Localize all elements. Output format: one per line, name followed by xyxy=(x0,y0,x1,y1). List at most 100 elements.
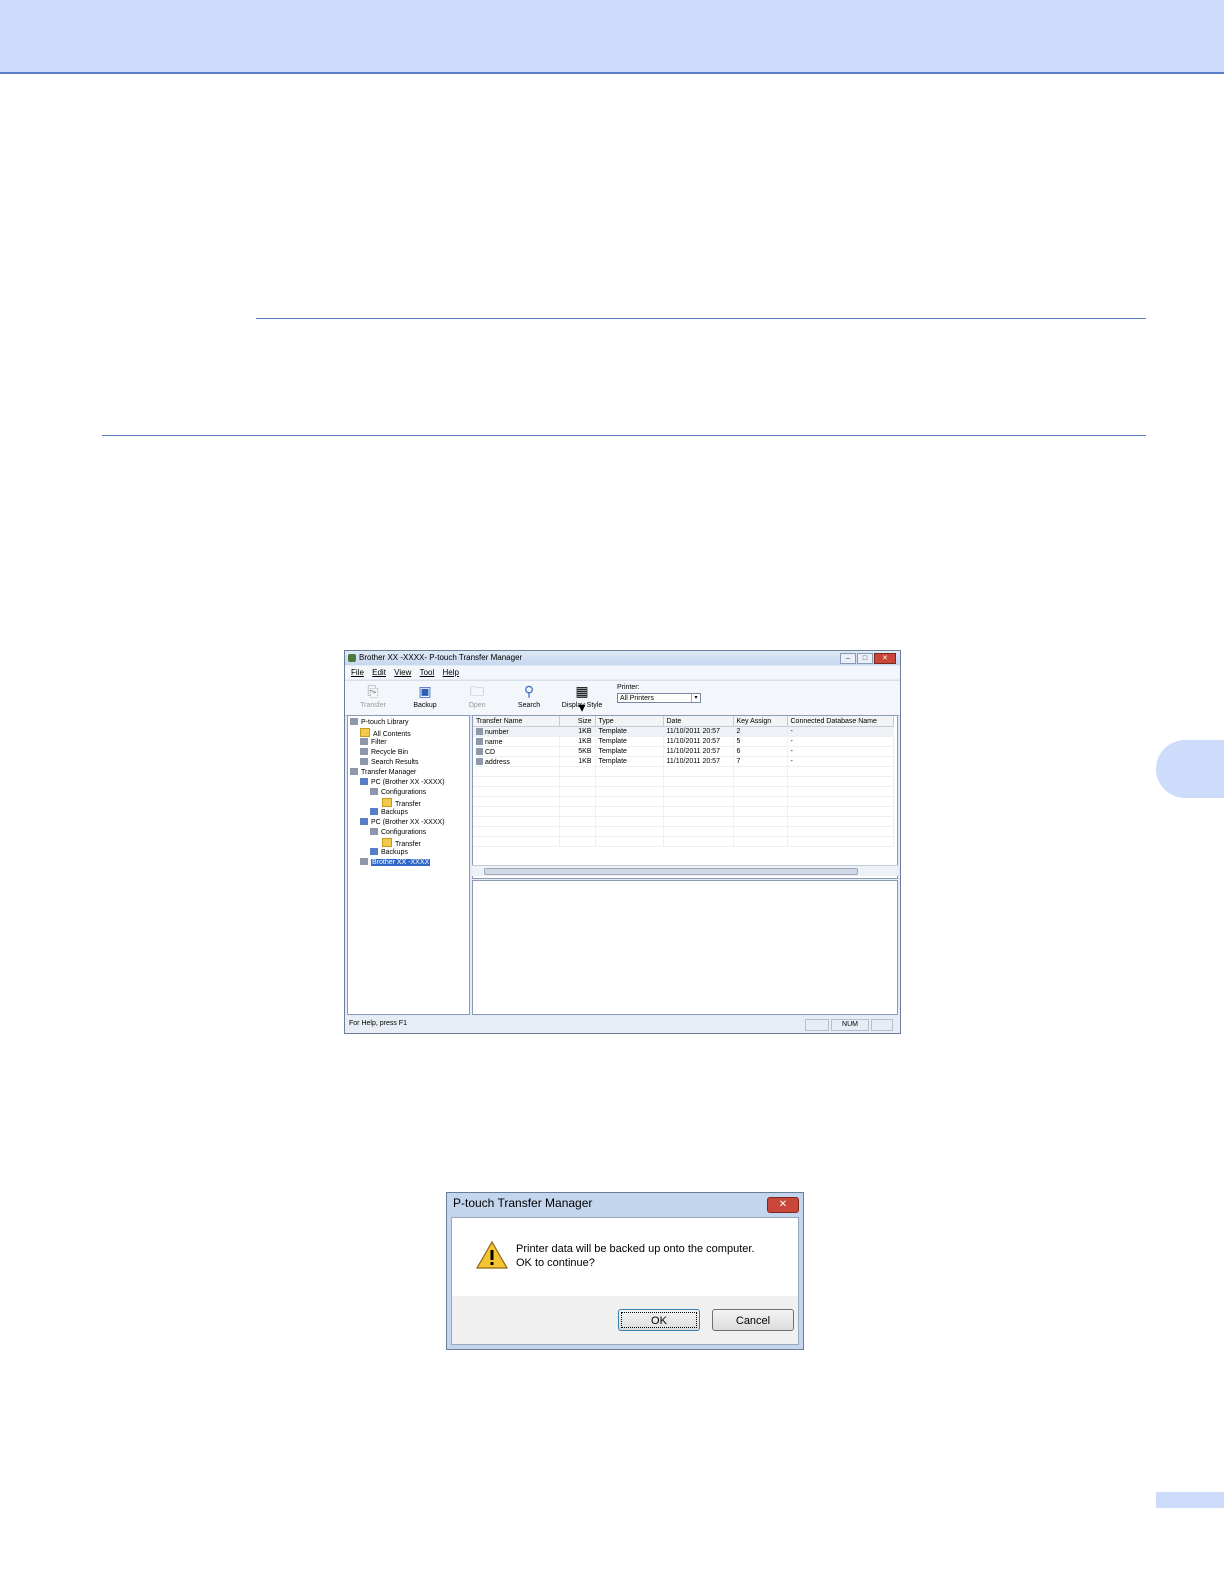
transfer-label: Transfer xyxy=(360,702,386,709)
tree-label: Transfer xyxy=(395,801,421,808)
menu-edit[interactable]: Edit xyxy=(372,668,386,677)
tree-item-filter[interactable]: Filter xyxy=(360,738,387,746)
column-header[interactable]: Connected Database Name xyxy=(787,716,894,727)
dialog-close-button[interactable]: ✕ xyxy=(767,1197,799,1213)
tree-item-printer[interactable]: Brother XX -XXXX xyxy=(360,858,431,866)
minimize-button[interactable]: – xyxy=(840,653,856,664)
tree-label: PC (Brother XX -XXXX) xyxy=(371,779,445,786)
scrollbar-thumb[interactable] xyxy=(484,868,858,875)
tree-item-pc1-configurations[interactable]: Configurations xyxy=(370,788,426,796)
cell-key: 5 xyxy=(733,736,788,747)
menu-file[interactable]: File xyxy=(351,668,364,677)
column-header[interactable]: Size xyxy=(559,716,596,727)
preview-pane xyxy=(472,880,898,1015)
display-style-label: Display Style xyxy=(561,702,603,709)
transfer-button[interactable]: ⎘ Transfer xyxy=(351,683,395,709)
filter-icon xyxy=(360,738,368,745)
menu-view[interactable]: View xyxy=(394,668,411,677)
dialog-body: Printer data will be backed up onto the … xyxy=(451,1217,799,1345)
tree-label: Configurations xyxy=(381,829,427,836)
empty-row xyxy=(473,806,894,817)
maximize-button[interactable]: □ xyxy=(857,653,873,664)
window-title: Brother XX -XXXX- P-touch Transfer Manag… xyxy=(359,653,523,662)
tree-item-pc2-transfer[interactable]: Transfer xyxy=(382,838,421,848)
search-results-icon xyxy=(360,758,368,765)
cell-type: Template xyxy=(595,756,664,767)
tree-label: Backups xyxy=(381,809,408,816)
recycle-bin-icon xyxy=(360,748,368,755)
cell-db: - xyxy=(787,746,894,757)
pc-icon xyxy=(360,818,368,825)
cancel-button[interactable]: Cancel xyxy=(712,1309,794,1331)
transfer-table: Transfer Name Size Type Date Key Assign … xyxy=(473,716,894,847)
search-button[interactable]: ⚲ Search xyxy=(507,683,551,709)
tree-item-pc1-transfer[interactable]: Transfer xyxy=(382,798,421,808)
backup-button[interactable]: ▣ Backup xyxy=(403,683,447,709)
table-row[interactable]: number 1KB Template 11/10/2011 20:57 2 - xyxy=(473,726,894,737)
tree-item-search-results[interactable]: Search Results xyxy=(360,758,418,766)
menu-help[interactable]: Help xyxy=(443,668,459,677)
backups-icon xyxy=(370,808,378,815)
tree-item-library[interactable]: P-touch Library xyxy=(350,718,408,726)
transfer-icon: ⎘ xyxy=(367,683,379,699)
tree-item-all-contents[interactable]: All Contents xyxy=(360,728,411,738)
dialog-footer: OK Cancel xyxy=(452,1296,798,1344)
warning-icon xyxy=(476,1240,508,1269)
tree-item-transfer-manager[interactable]: Transfer Manager xyxy=(350,768,416,776)
display-style-button[interactable]: ▦ ▾ Display Style xyxy=(557,683,607,715)
ok-button[interactable]: OK xyxy=(618,1309,700,1331)
open-folder-icon: 🗀 xyxy=(470,683,484,699)
cell-name: number xyxy=(473,726,560,737)
cell-date: 11/10/2011 20:57 xyxy=(663,736,734,747)
printer-label: Printer: xyxy=(617,684,640,691)
tree-item-pc2-backups[interactable]: Backups xyxy=(370,848,408,856)
tree-label: Configurations xyxy=(381,789,427,796)
column-header[interactable]: Key Assign xyxy=(733,716,788,727)
cell-db: - xyxy=(787,756,894,767)
tree-item-pc1-backups[interactable]: Backups xyxy=(370,808,408,816)
empty-row xyxy=(473,766,894,777)
page-header-band xyxy=(0,0,1224,74)
display-style-icon: ▦ ▾ xyxy=(575,683,589,715)
note-bottom-rule xyxy=(102,435,1146,436)
configurations-icon xyxy=(370,828,378,835)
tree-item-recycle-bin[interactable]: Recycle Bin xyxy=(360,748,408,756)
tree-item-pc1[interactable]: PC (Brother XX -XXXX) xyxy=(360,778,445,786)
backup-label: Backup xyxy=(413,702,437,709)
tree-label: Filter xyxy=(371,739,387,746)
tree-item-pc2-configurations[interactable]: Configurations xyxy=(370,828,426,836)
table-row[interactable]: CD 5KB Template 11/10/2011 20:57 6 - xyxy=(473,746,894,757)
backup-confirm-dialog: P-touch Transfer Manager ✕ Printer data … xyxy=(446,1192,804,1350)
tree-label: PC (Brother XX -XXXX) xyxy=(371,819,445,826)
status-cell xyxy=(805,1019,829,1031)
cell-name: CD xyxy=(473,746,560,757)
status-num: NUM xyxy=(831,1019,869,1031)
chapter-tab xyxy=(1156,740,1224,798)
column-header[interactable]: Date xyxy=(663,716,734,727)
column-header[interactable]: Type xyxy=(595,716,664,727)
horizontal-scrollbar[interactable] xyxy=(472,865,898,876)
open-button[interactable]: 🗀 Open xyxy=(455,683,499,709)
search-label: Search xyxy=(517,702,541,709)
menu-tool[interactable]: Tool xyxy=(420,668,435,677)
cell-key: 6 xyxy=(733,746,788,757)
tree-label: Recycle Bin xyxy=(371,749,408,756)
transfer-manager-icon xyxy=(350,768,358,775)
printer-select[interactable]: All Printers ▾ xyxy=(617,693,701,703)
transfer-manager-window: Brother XX -XXXX- P-touch Transfer Manag… xyxy=(344,650,901,1034)
tree-label: P-touch Library xyxy=(361,719,409,726)
cell-size: 1KB xyxy=(559,756,596,767)
column-header[interactable]: Transfer Name xyxy=(473,716,560,727)
close-button[interactable]: ✕ xyxy=(874,653,896,664)
open-label: Open xyxy=(468,702,486,709)
cell-name: name xyxy=(473,736,560,747)
tree-item-pc2[interactable]: PC (Brother XX -XXXX) xyxy=(360,818,445,826)
search-icon: ⚲ xyxy=(523,683,535,699)
cell-type: Template xyxy=(595,746,664,757)
cell-text: name xyxy=(485,738,503,746)
status-bar: For Help, press F1 NUM xyxy=(345,1017,900,1033)
empty-row xyxy=(473,796,894,807)
status-cell xyxy=(871,1019,893,1031)
table-row[interactable]: name 1KB Template 11/10/2011 20:57 5 - xyxy=(473,736,894,747)
table-row[interactable]: address 1KB Template 11/10/2011 20:57 7 … xyxy=(473,756,894,767)
